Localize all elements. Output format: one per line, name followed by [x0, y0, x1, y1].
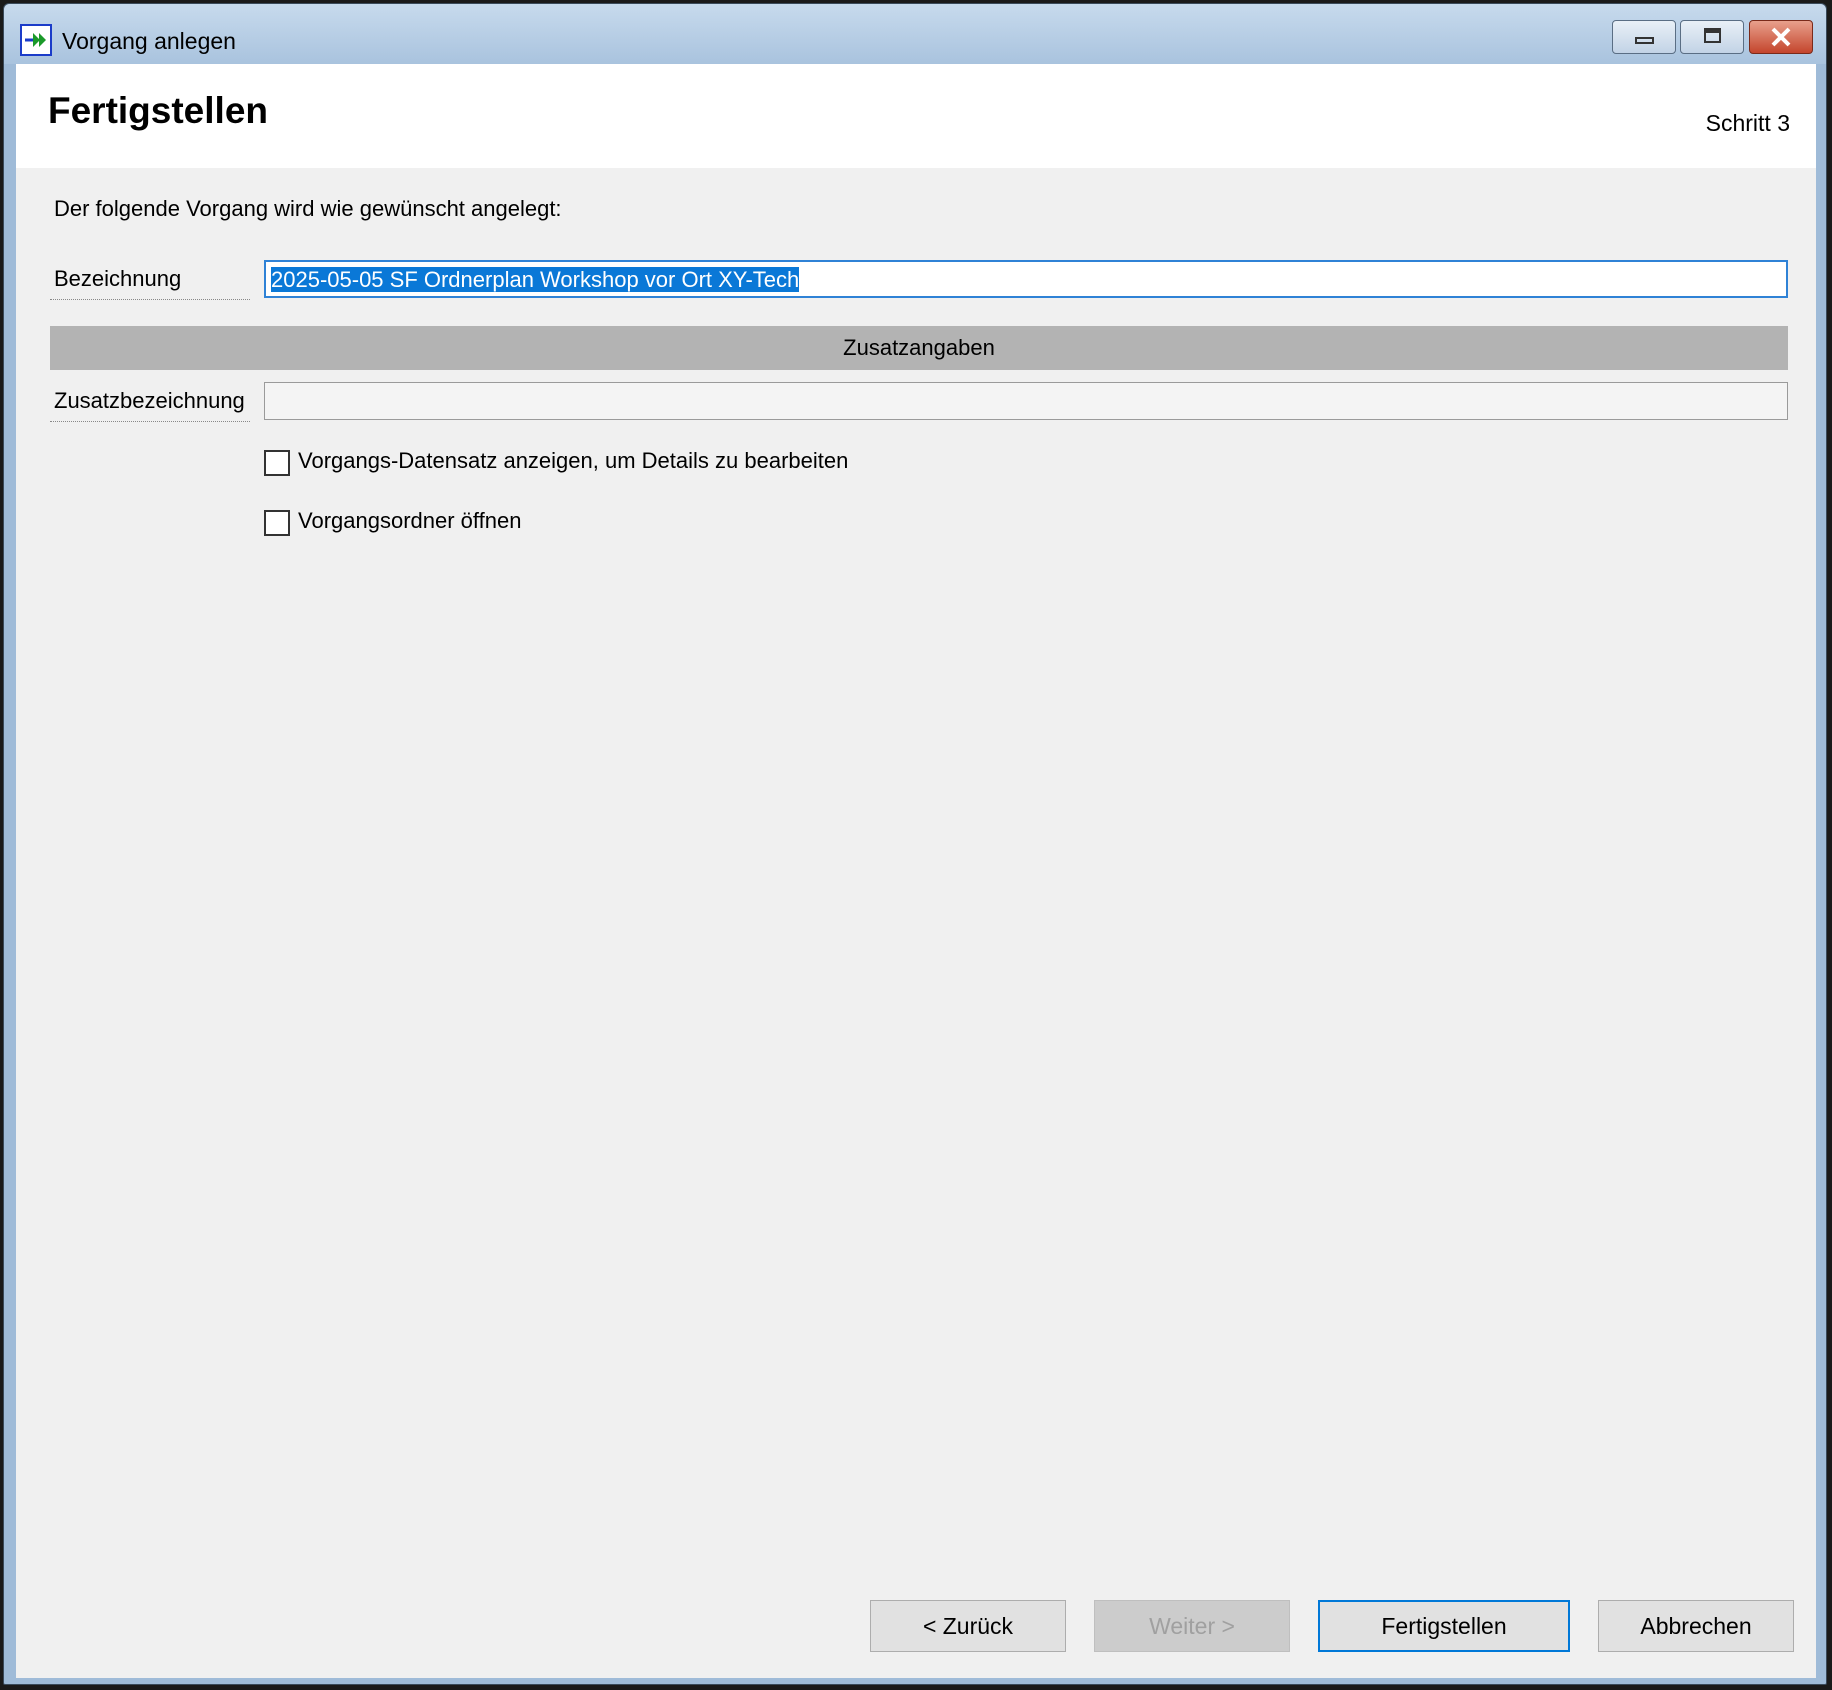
dialog-client-area: Fertigstellen Schritt 3 Der folgende Vor… — [16, 64, 1816, 1678]
minimize-button[interactable] — [1612, 20, 1676, 54]
checkbox-label: Vorgangs-Datensatz anzeigen, um Details … — [298, 448, 849, 473]
zusatzbezeichnung-label: Zusatzbezeichnung — [50, 382, 250, 422]
checkbox-label: Vorgangsordner öffnen — [298, 508, 522, 533]
next-button[interactable]: Weiter > — [1094, 1600, 1290, 1652]
section-header-zusatzangaben: Zusatzangaben — [50, 326, 1788, 370]
checkbox-box[interactable] — [264, 510, 290, 536]
window-title: Vorgang anlegen — [62, 28, 236, 54]
cancel-button[interactable]: Abbrechen — [1598, 1600, 1794, 1652]
dialog-window: Vorgang anlegen Fertigstellen Schritt 3 … — [3, 3, 1827, 1685]
app-arrow-icon — [20, 24, 52, 56]
wizard-header: Fertigstellen Schritt 3 — [16, 64, 1816, 168]
maximize-button[interactable] — [1680, 20, 1744, 54]
title-bar[interactable]: Vorgang anlegen — [4, 4, 1826, 64]
checkbox-box[interactable] — [264, 450, 290, 476]
step-indicator: Schritt 3 — [1705, 110, 1790, 136]
bezeichnung-label: Bezeichnung — [50, 260, 250, 300]
page-title: Fertigstellen — [48, 90, 268, 131]
finish-button[interactable]: Fertigstellen — [1318, 1600, 1570, 1652]
zusatzbezeichnung-input[interactable] — [264, 382, 1788, 420]
bezeichnung-value: 2025-05-05 SF Ordnerplan Workshop vor Or… — [271, 267, 800, 292]
back-button[interactable]: < Zurück — [870, 1600, 1066, 1652]
close-button[interactable] — [1749, 20, 1813, 54]
bezeichnung-input[interactable]: 2025-05-05 SF Ordnerplan Workshop vor Or… — [264, 260, 1788, 298]
intro-text: Der folgende Vorgang wird wie gewünscht … — [54, 196, 562, 221]
